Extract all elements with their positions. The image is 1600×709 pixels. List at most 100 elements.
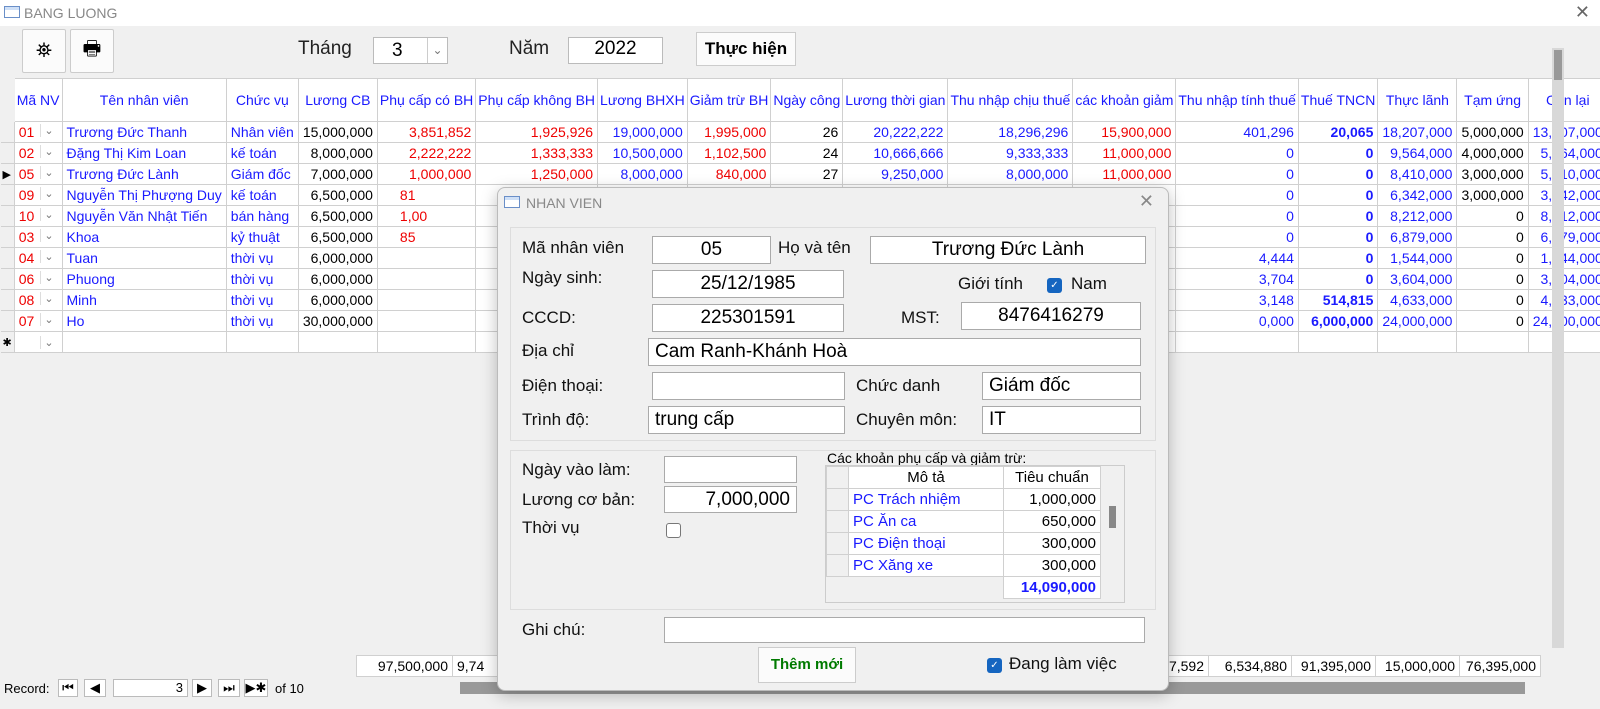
table-cell[interactable]: 18,207,000	[1377, 121, 1458, 143]
table-cell[interactable]: 0	[1456, 289, 1529, 311]
table-cell[interactable]: 0	[1175, 205, 1299, 227]
table-cell[interactable]: 04 ⌄	[13, 247, 63, 269]
allowance-description[interactable]: PC Trách nhiệm	[848, 488, 1004, 511]
column-header[interactable]: Lương BHXH	[597, 78, 688, 122]
chevron-down-icon[interactable]: ⌄	[39, 292, 58, 305]
table-cell[interactable]: 0	[1297, 184, 1379, 206]
table-cell[interactable]	[1297, 331, 1379, 353]
column-header[interactable]: Thực lãnh	[1377, 78, 1458, 122]
column-header[interactable]: Còn lại	[1527, 78, 1600, 122]
current-record-indicator[interactable]: ▶	[0, 163, 15, 185]
column-header[interactable]: Phụ cấp có BH	[376, 78, 477, 122]
gender-checkbox[interactable]: ✓	[1047, 278, 1062, 293]
table-cell[interactable]: 6,000,000	[297, 268, 378, 290]
table-cell[interactable]: 4,000,000	[1456, 142, 1529, 164]
allowance-description[interactable]: PC Xăng xe	[848, 554, 1004, 577]
chevron-down-icon[interactable]: ⌄	[39, 208, 58, 221]
table-cell[interactable]: 6,500,000	[297, 205, 378, 227]
table-cell[interactable]: kỷ thuật	[225, 226, 299, 248]
row-selector[interactable]	[826, 532, 849, 555]
table-cell[interactable]: 8,000,000	[297, 142, 378, 164]
table-cell[interactable]: 0	[1297, 205, 1379, 227]
table-cell[interactable]: 15,000,000	[297, 121, 378, 143]
table-cell[interactable]: 4,633,000	[1527, 289, 1600, 311]
luong-cb-field[interactable]: 7,000,000	[664, 486, 797, 513]
row-selector[interactable]	[826, 554, 849, 577]
column-header[interactable]: Mã NV	[13, 78, 63, 122]
new-record-icon[interactable]: ✱	[0, 331, 15, 353]
chevron-down-icon[interactable]: ⌄	[39, 271, 58, 284]
table-cell[interactable]	[225, 331, 299, 353]
chevron-down-icon[interactable]: ⌄	[427, 38, 447, 63]
table-cell[interactable]: 19,000,000	[597, 121, 688, 143]
table-cell[interactable]: 13,207,000	[1527, 121, 1600, 143]
column-header[interactable]: Thu nhập tính thuế	[1175, 78, 1299, 122]
column-header[interactable]: Ngày công	[770, 78, 844, 122]
table-cell[interactable]: 1,000,000	[376, 163, 477, 185]
table-cell[interactable]: 81	[376, 184, 477, 206]
table-cell[interactable]: 05 ⌄	[13, 163, 63, 185]
ho-ten-field[interactable]: Trương Đức Lành	[870, 236, 1146, 264]
dien-thoai-field[interactable]	[652, 372, 845, 400]
table-cell[interactable]: 6,500,000	[297, 184, 378, 206]
cccd-field[interactable]: 225301591	[652, 304, 844, 332]
table-cell[interactable]: 0	[1297, 226, 1379, 248]
table-row[interactable]: ▶ 05 ⌄ Trương Đức Lành Giám đốc 7,000,000 1,00…	[0, 163, 1600, 185]
table-cell[interactable]: 10,500,000	[597, 142, 688, 164]
chevron-down-icon[interactable]: ⌄	[39, 335, 58, 349]
table-cell[interactable]: 6,500,000	[297, 226, 378, 248]
table-cell[interactable]: 27	[770, 163, 844, 185]
table-cell[interactable]: 10 ⌄	[13, 205, 63, 227]
table-cell[interactable]	[376, 310, 477, 332]
table-cell[interactable]: Khoa	[61, 226, 227, 248]
table-cell[interactable]: 5,410,000	[1527, 163, 1600, 185]
table-cell[interactable]: 0	[1456, 247, 1529, 269]
table-cell[interactable]: 3,148	[1175, 289, 1299, 311]
table-cell[interactable]: 3,604,000	[1527, 268, 1600, 290]
dia-chi-field[interactable]: Cam Ranh-Khánh Hoà	[648, 338, 1141, 366]
table-cell[interactable]: 08 ⌄	[13, 289, 63, 311]
table-cell[interactable]: Tuan	[61, 247, 227, 269]
new-record-icon[interactable]: ▶✱	[244, 679, 268, 697]
chuc-danh-field[interactable]: Giám đốc	[982, 372, 1141, 400]
table-cell[interactable]: Giám đốc	[225, 163, 299, 185]
add-new-button[interactable]: Thêm mới	[758, 647, 856, 683]
row-selector[interactable]	[0, 247, 15, 269]
ma-nv-field[interactable]: 05	[652, 236, 771, 264]
ghi-chu-field[interactable]	[664, 617, 1145, 643]
column-header[interactable]: Thuế TNCN	[1297, 78, 1379, 122]
table-cell[interactable]: 07 ⌄	[13, 310, 63, 332]
table-row[interactable]: 02 ⌄ Đặng Thị Kim Loan kế toán 8,000,000 2,22…	[0, 142, 1600, 164]
table-cell[interactable]: 0	[1456, 310, 1529, 332]
table-cell[interactable]: ⌄	[13, 331, 63, 353]
allowance-description[interactable]: PC Ăn ca	[848, 510, 1004, 533]
table-cell[interactable]	[297, 331, 378, 353]
table-cell[interactable]: 5,564,000	[1527, 142, 1600, 164]
table-cell[interactable]: 1,544,000	[1527, 247, 1600, 269]
table-cell[interactable]: 9,564,000	[1377, 142, 1458, 164]
table-cell[interactable]: 4,633,000	[1377, 289, 1458, 311]
print-button[interactable]: 🖶	[70, 29, 114, 73]
table-cell[interactable]: 18,296,296	[947, 121, 1074, 143]
column-header[interactable]: Tên nhân viên	[61, 78, 227, 122]
table-cell[interactable]: 0	[1456, 268, 1529, 290]
table-cell[interactable]	[1527, 331, 1600, 353]
table-cell[interactable]: 9,250,000	[842, 163, 949, 185]
table-cell[interactable]: 3,000,000	[1456, 163, 1529, 185]
table-cell[interactable]: 11,000,000	[1072, 163, 1177, 185]
table-cell[interactable]: 8,000,000	[947, 163, 1074, 185]
table-cell[interactable]: 20,222,222	[842, 121, 949, 143]
allowance-row[interactable]: PC Điện thoại 300,000	[826, 532, 1101, 555]
table-cell[interactable]: kế toán	[225, 184, 299, 206]
table-cell[interactable]: 3,342,000	[1527, 184, 1600, 206]
column-header[interactable]: Lương CB	[297, 78, 378, 122]
table-row[interactable]: 01 ⌄ Trương Đức Thanh Nhân viên 15,000,000 3,…	[0, 121, 1600, 143]
table-cell[interactable]: 0	[1297, 142, 1379, 164]
table-cell[interactable]: 5,000,000	[1456, 121, 1529, 143]
table-cell[interactable]: 8,212,000	[1377, 205, 1458, 227]
table-cell[interactable]: Nhân viên	[225, 121, 299, 143]
table-cell[interactable]: 1,544,000	[1377, 247, 1458, 269]
table-cell[interactable]: bán hàng	[225, 205, 299, 227]
table-cell[interactable]: 0,000	[1175, 310, 1299, 332]
month-select[interactable]: 3 ⌄	[373, 37, 448, 64]
